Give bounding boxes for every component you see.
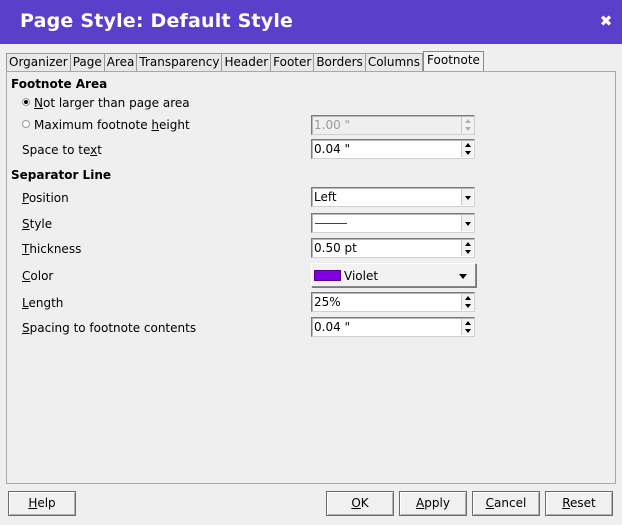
tab-header[interactable]: Header xyxy=(222,53,272,71)
thickness-spinner[interactable] xyxy=(461,240,473,256)
position-dropdown-icon[interactable] xyxy=(461,189,473,205)
tab-organizer[interactable]: Organizer xyxy=(6,53,71,71)
tab-columns[interactable]: Columns xyxy=(365,53,424,71)
reset-button[interactable]: Reset xyxy=(545,491,613,516)
max-height-spinner[interactable] xyxy=(461,117,473,133)
thickness-label: Thickness xyxy=(22,242,82,256)
space-to-text-label: Space to text xyxy=(22,143,102,157)
color-label: Color xyxy=(22,269,54,283)
help-button[interactable]: Help xyxy=(8,491,76,516)
max-height-label[interactable]: Maximum footnote height xyxy=(34,118,190,132)
apply-button[interactable]: Apply xyxy=(399,491,467,516)
chevron-down-icon xyxy=(459,274,467,279)
tab-transparency[interactable]: Transparency xyxy=(137,53,223,71)
tab-bar: Organizer Page Area Transparency Header … xyxy=(6,51,484,71)
tab-footnote[interactable]: Footnote xyxy=(423,51,484,71)
style-label: Style xyxy=(22,217,53,231)
tab-borders[interactable]: Borders xyxy=(314,53,366,71)
tab-page[interactable]: Page xyxy=(70,53,105,71)
spacing-label: Spacing to footnote contents xyxy=(22,321,197,335)
line-style-sample xyxy=(315,223,347,224)
spacing-spinner[interactable] xyxy=(461,319,473,335)
separator-line-heading: Separator Line xyxy=(11,168,112,182)
tab-footer[interactable]: Footer xyxy=(271,53,315,71)
space-to-text-spinner[interactable] xyxy=(461,141,473,157)
thickness-value: 0.50 pt xyxy=(314,241,357,255)
color-value: Violet xyxy=(344,269,379,283)
color-dropdown-button[interactable]: Violet xyxy=(311,263,476,287)
style-dropdown-icon[interactable] xyxy=(461,215,473,231)
max-height-radio[interactable] xyxy=(22,120,30,128)
max-height-value: 1.00 " xyxy=(314,118,351,132)
length-label: Length xyxy=(22,296,64,310)
space-to-text-value: 0.04 " xyxy=(314,142,351,156)
length-value: 25% xyxy=(314,295,341,309)
not-larger-radio[interactable] xyxy=(22,98,30,106)
not-larger-label[interactable]: Not larger than page area xyxy=(34,96,190,110)
title-bar: Page Style: Default Style ✖ xyxy=(0,0,622,44)
ok-button[interactable]: OK xyxy=(326,491,394,516)
space-to-text-field[interactable]: 0.04 " xyxy=(311,139,475,159)
close-icon[interactable]: ✖ xyxy=(599,12,613,30)
max-height-field[interactable]: 1.00 " xyxy=(311,115,475,135)
style-select[interactable] xyxy=(311,213,475,233)
position-select[interactable]: Left xyxy=(311,187,475,207)
color-swatch xyxy=(314,270,341,281)
spacing-field[interactable]: 0.04 " xyxy=(311,317,475,337)
tab-area[interactable]: Area xyxy=(104,53,138,71)
length-spinner[interactable] xyxy=(461,294,473,310)
thickness-field[interactable]: 0.50 pt xyxy=(311,238,475,258)
position-label: Position xyxy=(22,191,69,205)
length-field[interactable]: 25% xyxy=(311,292,475,312)
footnote-area-heading: Footnote Area xyxy=(11,77,108,91)
window-title: Page Style: Default Style xyxy=(20,10,294,32)
cancel-button[interactable]: Cancel xyxy=(472,491,540,516)
position-value: Left xyxy=(314,190,337,204)
spacing-value: 0.04 " xyxy=(314,320,351,334)
